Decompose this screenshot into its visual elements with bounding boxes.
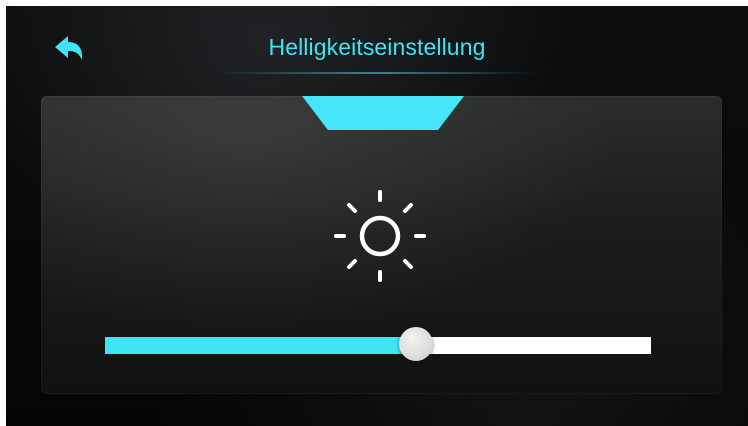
slider-thumb[interactable] (399, 327, 434, 361)
brightness-slider[interactable] (105, 326, 651, 366)
slider-fill (105, 337, 417, 354)
title-underline (217, 72, 537, 74)
brightness-settings-screen: Helligkeitseinstellung (6, 6, 748, 426)
brightness-panel (41, 96, 722, 394)
panel-tab-indicator (302, 96, 464, 130)
page-title: Helligkeitseinstellung (268, 34, 486, 60)
sun-brightness-icon (334, 190, 426, 282)
